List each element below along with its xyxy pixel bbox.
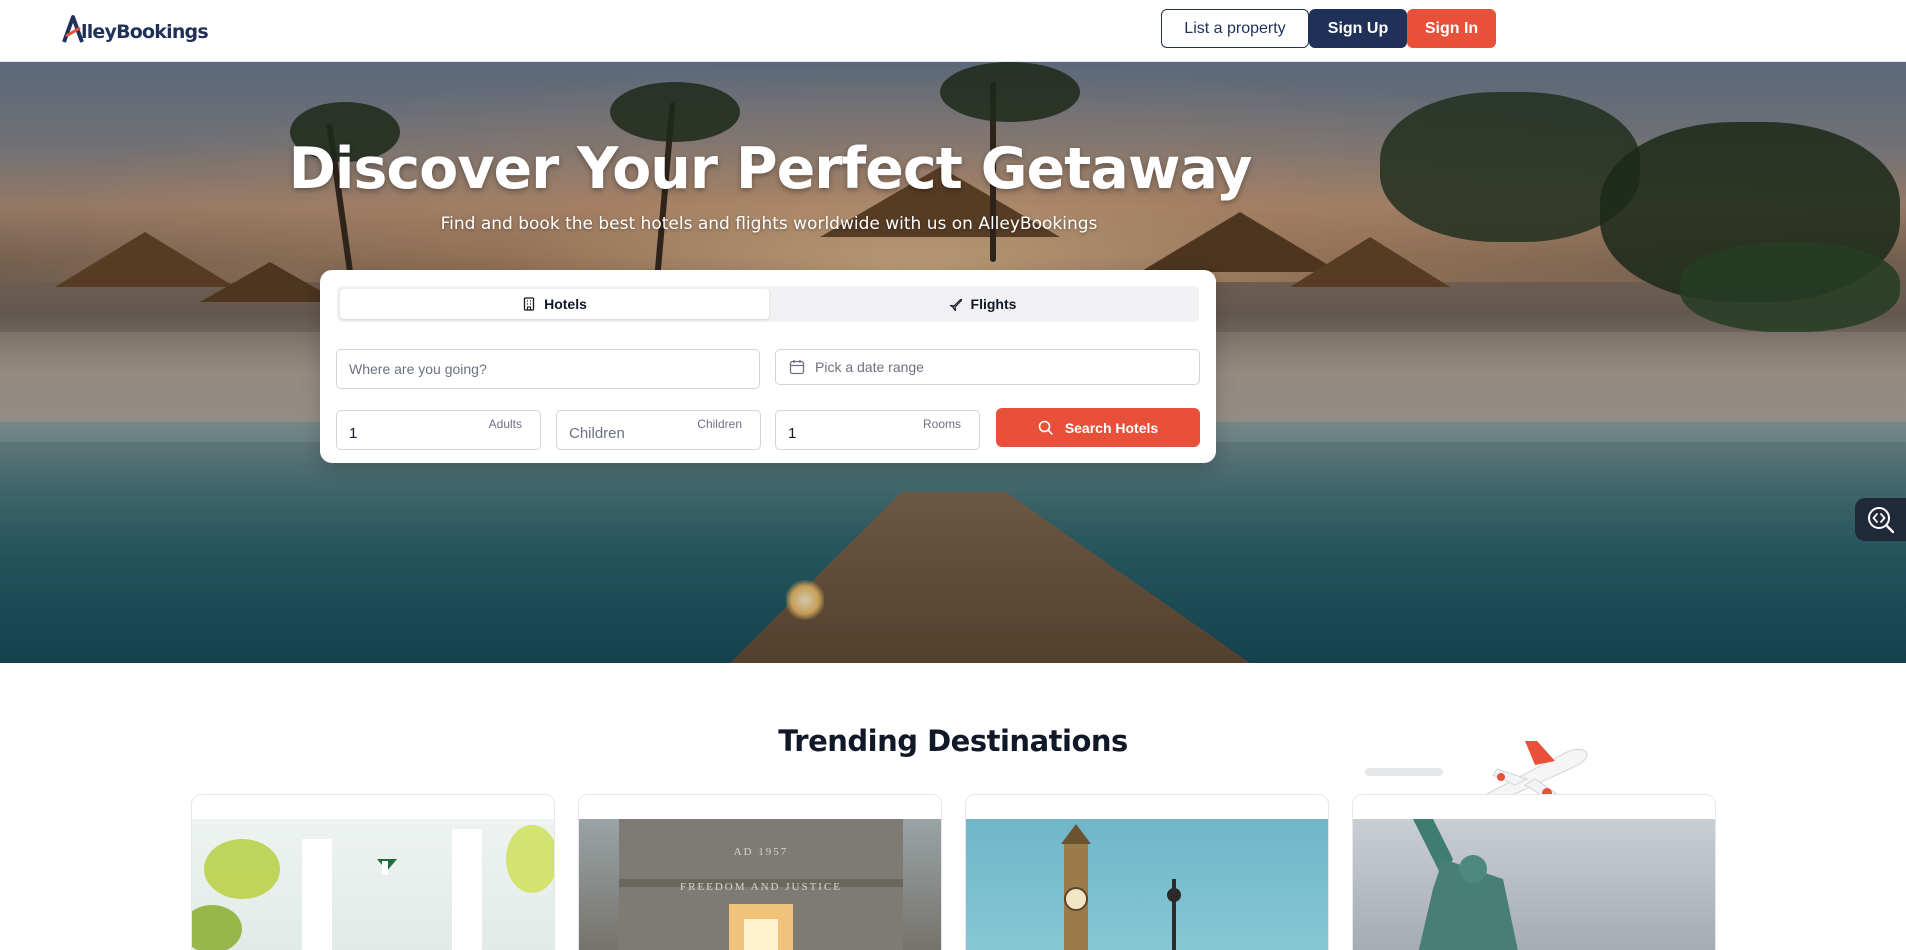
destination-image: AD 1957 FREEDOM AND JUSTICE [579,819,941,950]
destination-card[interactable] [1352,794,1716,950]
statue-of-liberty-illustration [1413,819,1518,950]
destination-card[interactable] [191,794,555,950]
monument-illustration [192,825,554,950]
adults-field: Adults [336,410,541,450]
search-hotels-label: Search Hotels [1064,419,1159,436]
sign-in-button[interactable]: Sign In [1407,9,1496,48]
destination-input[interactable] [337,350,759,388]
adults-tag: Adults [488,417,522,431]
sign-up-button[interactable]: Sign Up [1309,9,1407,48]
search-tabs: Hotels Flights [337,286,1199,322]
calendar-icon [789,360,805,375]
destination-image [192,819,554,950]
search-card: Hotels Flights Pick a date range Adults … [320,270,1216,463]
destination-field [336,349,760,389]
rooms-tag: Rooms [922,417,961,431]
children-tag: Children [697,417,742,431]
search-hotels-button[interactable]: Search Hotels [996,408,1200,447]
date-range-picker[interactable]: Pick a date range [775,349,1200,385]
destination-image [1353,819,1715,950]
site-header: lleyBookings List a property Sign Up Sig… [0,0,1906,62]
code-search-icon [1867,506,1894,533]
logo-text: lleyBookings [81,20,209,43]
tab-flights[interactable]: Flights [769,289,1196,319]
rooms-field: Rooms [775,410,980,450]
destination-card[interactable]: AD 1957 FREEDOM AND JUSTICE [578,794,942,950]
list-property-button[interactable]: List a property [1161,9,1309,48]
tab-flights-label: Flights [970,296,1017,312]
hero-title: Discover Your Perfect Getaway [288,136,1253,202]
destination-card[interactable] [965,794,1329,950]
plane-icon [949,298,962,311]
building-icon [523,297,535,311]
tab-hotels[interactable]: Hotels [340,289,769,319]
big-ben-illustration [1061,824,1181,950]
arch-inscription: FREEDOM AND JUSTICE [679,881,843,893]
hero-subtitle: Find and book the best hotels and flight… [440,214,1098,234]
floating-widget-button[interactable] [1855,498,1906,541]
date-range-placeholder: Pick a date range [815,359,924,375]
search-icon [1038,420,1053,435]
header-actions: List a property Sign Up Sign In [1161,9,1496,48]
tab-hotels-label: Hotels [544,296,587,312]
brand-logo[interactable]: lleyBookings [62,14,209,44]
destination-image [966,819,1328,950]
children-field: Children [556,410,761,450]
logo-a-icon [62,15,84,43]
arch-inscription-top: AD 1957 [733,846,789,858]
